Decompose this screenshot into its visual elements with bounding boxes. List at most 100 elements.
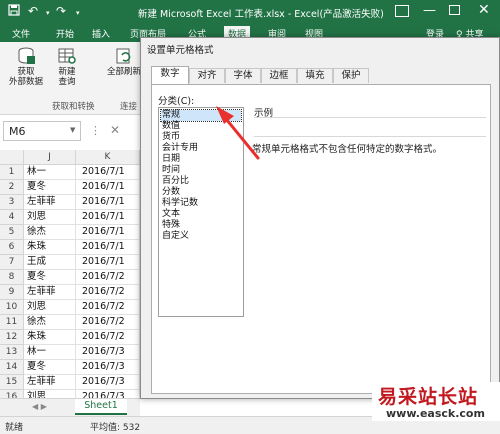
status-average: 平均值: 532 (90, 423, 141, 433)
maximize-button[interactable] (449, 5, 460, 15)
ribbon: 获取 外部数据 新建 查询 全部刷新 获取和转换 连接 (0, 42, 141, 115)
row-header[interactable]: 4 (0, 210, 24, 225)
tab-home[interactable]: 开始 (56, 27, 74, 40)
window-title: 新建 Microsoft Excel 工作表.xlsx - Excel(产品激活… (138, 9, 384, 20)
cell-date[interactable]: 2016/7/1 (76, 180, 140, 195)
get-external-data-label: 获取 外部数据 (8, 67, 43, 87)
tab-file[interactable]: 文件 (12, 27, 30, 40)
cell-date[interactable]: 2016/7/3 (76, 375, 140, 390)
sample-preview (254, 117, 486, 137)
worksheet-grid[interactable]: J K 1 林一 2016/7/1 2 夏冬 2016/7/1 3 左菲菲 2016/7/1 4 刘… (0, 150, 140, 420)
cell-date[interactable]: 2016/7/1 (76, 195, 140, 210)
dialog-tab-font[interactable]: 字体 (225, 68, 261, 83)
category-item[interactable]: 特殊 (161, 220, 241, 231)
column-header-k[interactable]: K (76, 150, 140, 165)
cell-name[interactable]: 左菲菲 (24, 375, 76, 390)
category-description: 常规单元格格式不包含任何特定的数字格式。 (252, 144, 443, 155)
dialog-tabs: 数字 对齐 字体 边框 填充 保护 (151, 66, 491, 84)
cell-date[interactable]: 2016/7/3 (76, 345, 140, 360)
group-get-transform-label: 获取和转换 (52, 102, 95, 112)
ribbon-display-options-icon[interactable] (395, 5, 409, 17)
close-button[interactable]: ✕ (478, 2, 490, 18)
cell-name[interactable]: 林一 (24, 165, 76, 180)
cell-name[interactable]: 左菲菲 (24, 195, 76, 210)
cell-name[interactable]: 刘思 (24, 300, 76, 315)
group-connections-label: 连接 (120, 102, 138, 112)
category-item[interactable]: 分数 (161, 187, 241, 198)
cell-name[interactable]: 夏冬 (24, 270, 76, 285)
cell-name[interactable]: 林一 (24, 345, 76, 360)
row-header[interactable]: 10 (0, 300, 24, 315)
title-bar: ↶ ▾ ↷ ▾ 新建 Microsoft Excel 工作表.xlsx - Ex… (0, 0, 500, 25)
category-item[interactable]: 科学记数 (161, 198, 241, 209)
cell-name[interactable]: 王成 (24, 255, 76, 270)
database-icon (16, 47, 36, 65)
cell-date[interactable]: 2016/7/2 (76, 300, 140, 315)
row-header[interactable]: 5 (0, 225, 24, 240)
cell-date[interactable]: 2016/7/1 (76, 240, 140, 255)
chevron-down-icon[interactable]: ▼ (70, 126, 75, 134)
cell-date[interactable]: 2016/7/1 (76, 210, 140, 225)
cell-name[interactable]: 徐杰 (24, 225, 76, 240)
row-header[interactable]: 7 (0, 255, 24, 270)
dialog-tab-alignment[interactable]: 对齐 (189, 68, 225, 83)
tab-insert[interactable]: 插入 (92, 27, 110, 40)
status-ready: 就绪 (5, 423, 24, 433)
get-external-data-button[interactable]: 获取 外部数据 (4, 47, 48, 87)
cell-date[interactable]: 2016/7/2 (76, 270, 140, 285)
cell-name[interactable]: 夏冬 (24, 360, 76, 375)
select-all-corner[interactable] (0, 150, 24, 165)
category-label: 分类(C): (158, 96, 195, 107)
dialog-tab-border[interactable]: 边框 (261, 68, 297, 83)
cell-name[interactable]: 左菲菲 (24, 285, 76, 300)
refresh-all-button[interactable]: 全部刷新 (104, 47, 144, 77)
row-header[interactable]: 13 (0, 345, 24, 360)
cancel-entry-icon[interactable]: ✕ (110, 123, 120, 137)
column-header-j[interactable]: J (24, 150, 76, 165)
cell-name[interactable]: 朱珠 (24, 240, 76, 255)
category-item[interactable]: 文本 (161, 209, 241, 220)
redo-icon[interactable]: ↷ (56, 4, 66, 18)
dialog-title: 设置单元格格式 (147, 45, 214, 56)
cell-date[interactable]: 2016/7/2 (76, 315, 140, 330)
cell-date[interactable]: 2016/7/1 (76, 255, 140, 270)
dialog-tab-number[interactable]: 数字 (151, 66, 189, 84)
row-header[interactable]: 3 (0, 195, 24, 210)
sheet-tab-bar: ◀ ▶ Sheet1 (0, 398, 140, 416)
new-query-button[interactable]: 新建 查询 (52, 47, 82, 87)
cell-name[interactable]: 刘思 (24, 210, 76, 225)
sheet-tab-sheet1[interactable]: Sheet1 (75, 399, 127, 415)
formula-bar-grip-icon: ⋮ (90, 124, 101, 137)
row-header[interactable]: 1 (0, 165, 24, 180)
category-item[interactable]: 自定义 (161, 231, 241, 242)
save-icon[interactable] (8, 4, 20, 19)
refresh-all-label: 全部刷新 (106, 67, 141, 77)
row-header[interactable]: 14 (0, 360, 24, 375)
cell-date[interactable]: 2016/7/3 (76, 360, 140, 375)
cell-name[interactable]: 夏冬 (24, 180, 76, 195)
sheet-scroll-arrows-icon[interactable]: ◀ ▶ (32, 402, 47, 411)
category-item[interactable]: 百分比 (161, 176, 241, 187)
refresh-icon (114, 47, 134, 65)
cell-date[interactable]: 2016/7/1 (76, 165, 140, 180)
qat-customize-icon[interactable]: ▾ (76, 9, 80, 17)
cell-name[interactable]: 徐杰 (24, 315, 76, 330)
row-header[interactable]: 12 (0, 330, 24, 345)
cell-date[interactable]: 2016/7/2 (76, 330, 140, 345)
row-header[interactable]: 15 (0, 375, 24, 390)
new-query-label: 新建 查询 (58, 67, 76, 87)
row-header[interactable]: 2 (0, 180, 24, 195)
undo-icon[interactable]: ↶ (28, 4, 38, 18)
format-cells-dialog: 设置单元格格式 数字 对齐 字体 边框 填充 保护 分类(C): 常规 数值 货币会… (140, 37, 500, 399)
row-header[interactable]: 11 (0, 315, 24, 330)
cell-name[interactable]: 朱珠 (24, 330, 76, 345)
undo-dropdown-icon[interactable]: ▾ (46, 9, 50, 17)
dialog-tab-fill[interactable]: 填充 (297, 68, 333, 83)
dialog-tab-protection[interactable]: 保护 (333, 68, 369, 83)
minimize-button[interactable]: — (423, 3, 436, 18)
row-header[interactable]: 9 (0, 285, 24, 300)
row-header[interactable]: 6 (0, 240, 24, 255)
cell-date[interactable]: 2016/7/1 (76, 225, 140, 240)
cell-date[interactable]: 2016/7/2 (76, 285, 140, 300)
row-header[interactable]: 8 (0, 270, 24, 285)
